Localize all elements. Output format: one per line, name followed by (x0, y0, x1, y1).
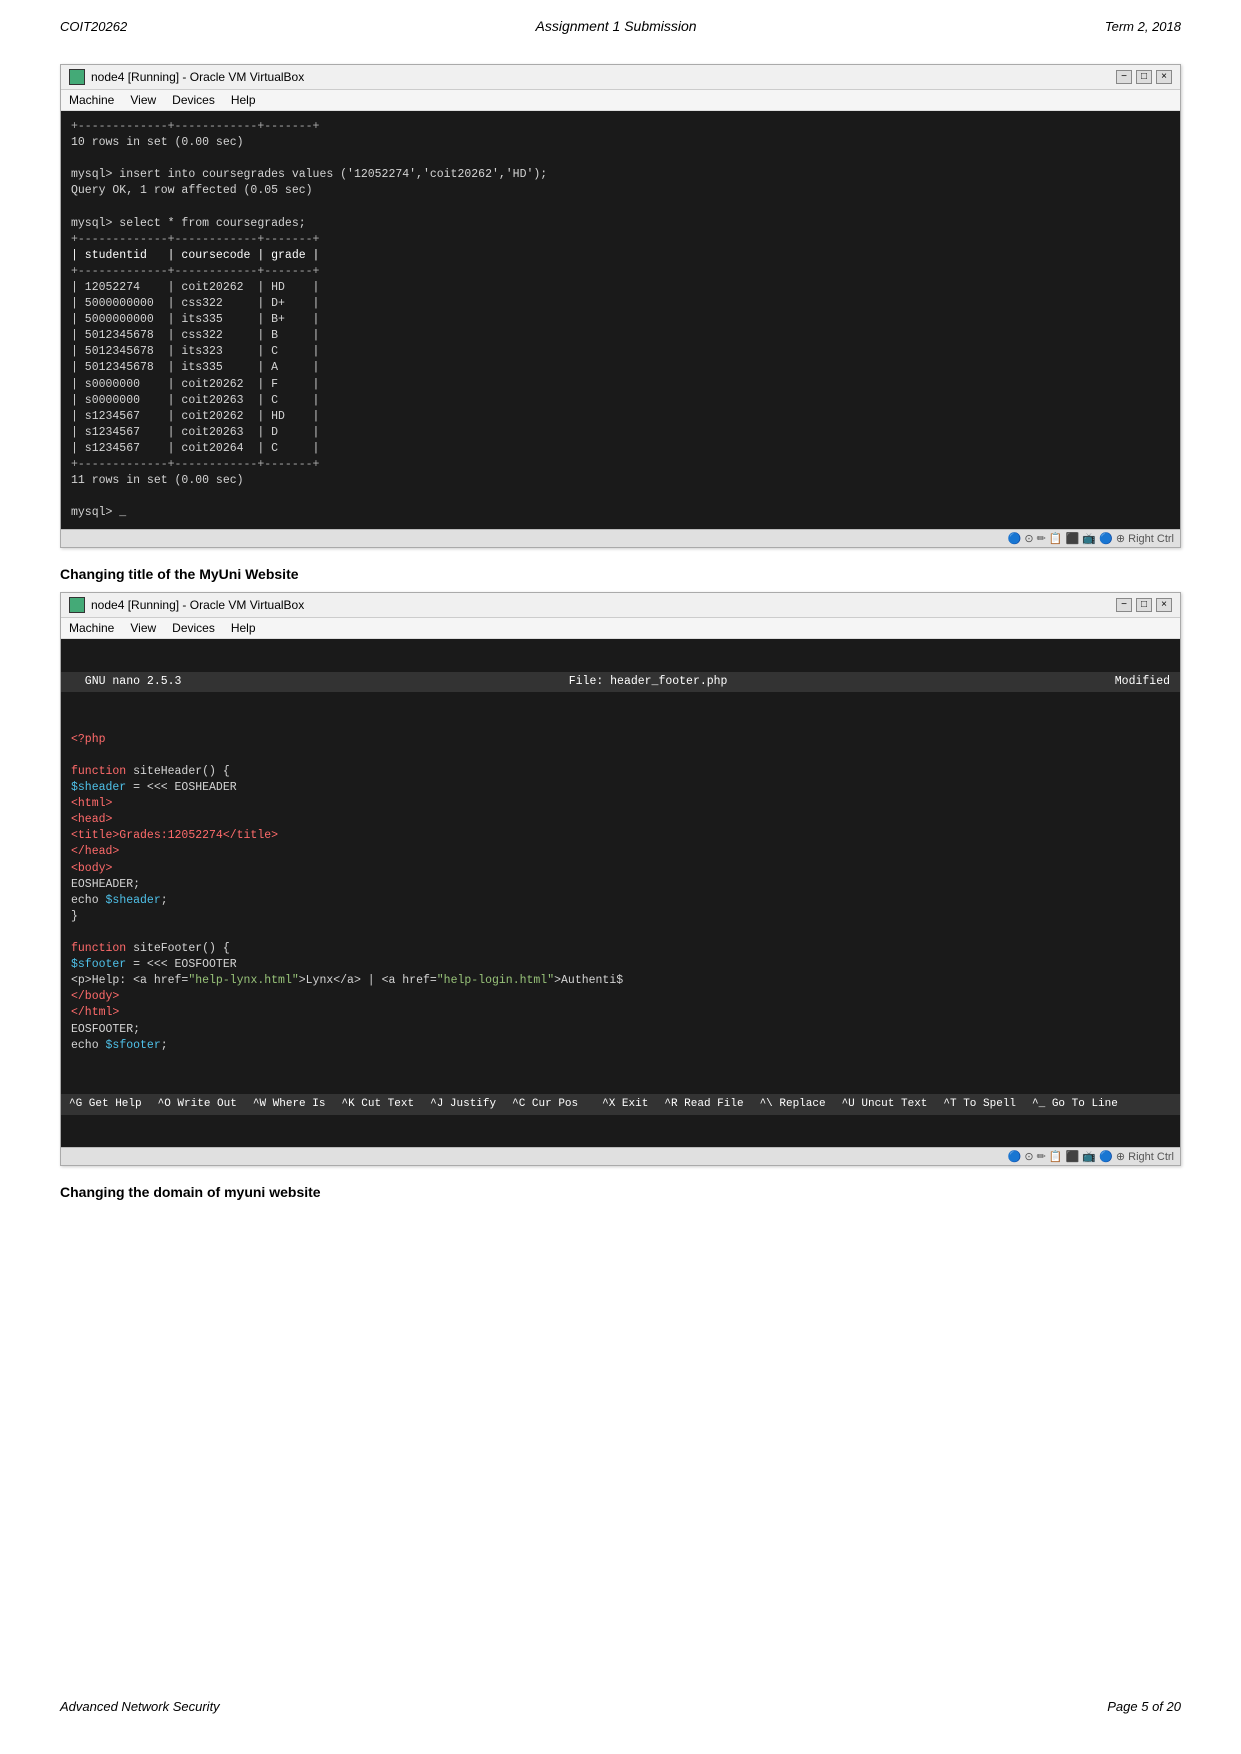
nano-cmd: ^K Cut Text (341, 1097, 414, 1112)
vbox-title-text-2: node4 [Running] - Oracle VM VirtualBox (91, 598, 304, 612)
minimize-button-2[interactable]: − (1116, 598, 1132, 612)
vbox-titlebar-left-2: node4 [Running] - Oracle VM VirtualBox (69, 597, 304, 613)
nano-header: GNU nano 2.5.3 File: header_footer.php M… (61, 672, 1180, 692)
section3-title: Changing the domain of myuni website (60, 1184, 1181, 1200)
nano-cmd: ^C Cur Pos (512, 1097, 578, 1112)
nano-cmd: ^\ Replace (760, 1097, 826, 1112)
status-icons-1: 🔵 ⊙ ✏ 📋 ⬛ 📺 🔵 ⊕ Right Ctrl (1008, 532, 1174, 545)
nano-cmd: ^O Write Out (158, 1097, 237, 1112)
nano-cmd: ^T To Spell (943, 1097, 1016, 1112)
menu-devices-1[interactable]: Devices (172, 93, 215, 107)
header-title: Assignment 1 Submission (536, 18, 697, 34)
vbox-titlebar-left-1: node4 [Running] - Oracle VM VirtualBox (69, 69, 304, 85)
header-term: Term 2, 2018 (1105, 19, 1181, 34)
nano-filename: File: header_footer.php (569, 674, 728, 690)
section2-title: Changing title of the MyUni Website (60, 566, 1181, 582)
menu-view-1[interactable]: View (130, 93, 156, 107)
vbox-icon-1 (69, 69, 85, 85)
nano-footer: ^G Get Help ^O Write Out ^W Where Is ^K Cut… (61, 1094, 1180, 1115)
nano-cmd: ^G Get Help (69, 1097, 142, 1112)
vbox-titlebar-right-2[interactable]: − □ × (1116, 598, 1172, 612)
maximize-button-1[interactable]: □ (1136, 70, 1152, 84)
footer-left: Advanced Network Security (60, 1699, 220, 1714)
page-footer: Advanced Network Security Page 5 of 20 (0, 1689, 1241, 1724)
menu-machine-1[interactable]: Machine (69, 93, 114, 107)
maximize-button-2[interactable]: □ (1136, 598, 1152, 612)
vbox-statusbar-1: 🔵 ⊙ ✏ 📋 ⬛ 📺 🔵 ⊕ Right Ctrl (61, 529, 1180, 547)
nano-cmd: ^J Justify (430, 1097, 496, 1112)
page-header: COIT20262 Assignment 1 Submission Term 2… (0, 0, 1241, 44)
menu-view-2[interactable]: View (130, 621, 156, 635)
vbox-menubar-1: Machine View Devices Help (61, 90, 1180, 111)
vbox-window-2: node4 [Running] - Oracle VM VirtualBox −… (60, 592, 1181, 1166)
vbox-titlebar-right-1[interactable]: − □ × (1116, 70, 1172, 84)
minimize-button-1[interactable]: − (1116, 70, 1132, 84)
close-button-2[interactable]: × (1156, 598, 1172, 612)
nano-editor: GNU nano 2.5.3 File: header_footer.php M… (61, 639, 1180, 1147)
nano-version: GNU nano 2.5.3 (71, 674, 181, 690)
nano-modified: Modified (1115, 674, 1170, 690)
close-button-1[interactable]: × (1156, 70, 1172, 84)
vbox-title-text-1: node4 [Running] - Oracle VM VirtualBox (91, 70, 304, 84)
nano-cmd: ^_ Go To Line (1032, 1097, 1118, 1112)
vbox-statusbar-2: 🔵 ⊙ ✏ 📋 ⬛ 📺 🔵 ⊕ Right Ctrl (61, 1147, 1180, 1165)
main-content: node4 [Running] - Oracle VM VirtualBox −… (0, 44, 1241, 1230)
terminal-1: +-------------+------------+-------+ 10 … (61, 111, 1180, 529)
vbox-menubar-2: Machine View Devices Help (61, 618, 1180, 639)
menu-devices-2[interactable]: Devices (172, 621, 215, 635)
nano-body: <?php function siteHeader() { $sheader =… (61, 724, 1180, 1062)
status-icons-2: 🔵 ⊙ ✏ 📋 ⬛ 📺 🔵 ⊕ Right Ctrl (1008, 1150, 1174, 1163)
header-course: COIT20262 (60, 19, 127, 34)
menu-machine-2[interactable]: Machine (69, 621, 114, 635)
menu-help-1[interactable]: Help (231, 93, 256, 107)
nano-cmd: ^X Exit (602, 1097, 648, 1112)
vbox-titlebar-2: node4 [Running] - Oracle VM VirtualBox −… (61, 593, 1180, 618)
vbox-icon-2 (69, 597, 85, 613)
footer-right: Page 5 of 20 (1107, 1699, 1181, 1714)
nano-cmd: ^U Uncut Text (842, 1097, 928, 1112)
nano-cmd: ^R Read File (664, 1097, 743, 1112)
vbox-window-1: node4 [Running] - Oracle VM VirtualBox −… (60, 64, 1181, 548)
menu-help-2[interactable]: Help (231, 621, 256, 635)
nano-cmd: ^W Where Is (253, 1097, 326, 1112)
vbox-titlebar-1: node4 [Running] - Oracle VM VirtualBox −… (61, 65, 1180, 90)
